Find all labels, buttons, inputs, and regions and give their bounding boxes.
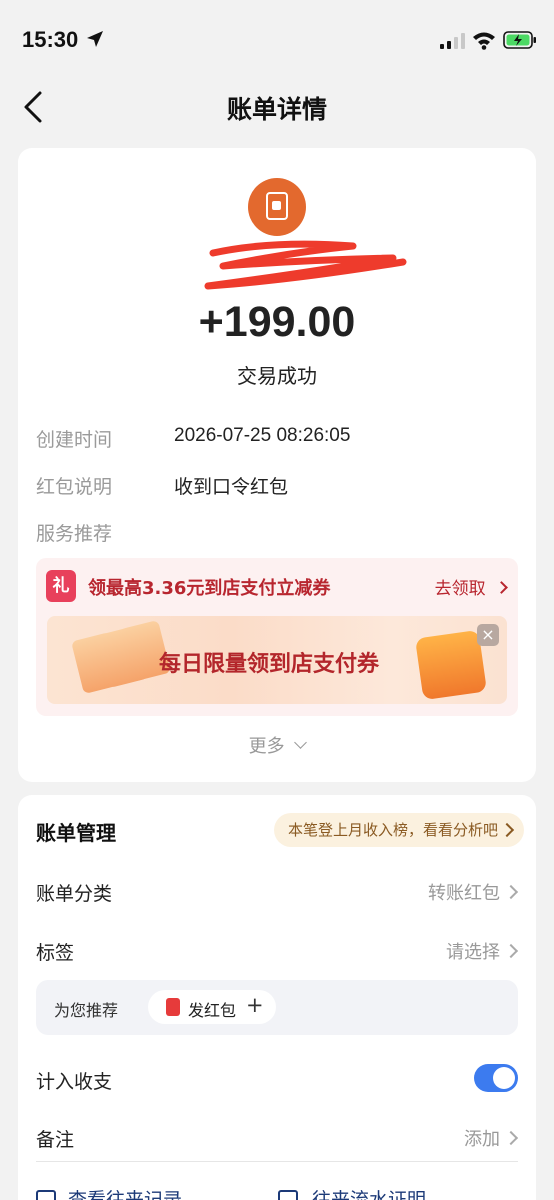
note-label: 备注 bbox=[36, 1129, 75, 1151]
location-arrow-icon bbox=[87, 31, 103, 47]
service-recommend-label: 服务推荐 bbox=[36, 523, 113, 545]
claim-coupon-link[interactable]: 去领取 bbox=[434, 574, 508, 599]
category-value: 转账红包 bbox=[428, 883, 500, 904]
coupon-banner[interactable]: 每日限量领到店支付券 × bbox=[47, 616, 507, 704]
include-label: 计入收支 bbox=[36, 1071, 113, 1093]
section-title: 账单管理 bbox=[36, 821, 116, 845]
send-red-packet-chip[interactable]: 发红包 + bbox=[148, 990, 276, 1024]
tag-row[interactable]: 请选择 bbox=[316, 930, 536, 970]
document-icon bbox=[278, 1190, 298, 1200]
divider bbox=[36, 1161, 518, 1162]
note-value: 添加 bbox=[464, 1129, 500, 1150]
red-packet-note-label: 红包说明 bbox=[36, 476, 113, 498]
bill-management-card: 账单管理 本笔登上月收入榜，看看分析吧 账单分类 转账红包 标签 请选择 为您推… bbox=[18, 795, 536, 1200]
red-packet-note-value: 收到口令红包 bbox=[174, 476, 289, 498]
chevron-right-icon bbox=[503, 884, 519, 900]
cellular-signal-icon bbox=[440, 33, 465, 49]
chevron-right-icon bbox=[499, 822, 515, 838]
tag-label: 标签 bbox=[36, 942, 75, 964]
plus-icon: + bbox=[246, 993, 264, 1017]
chip-label: 发红包 bbox=[188, 1001, 237, 1020]
status-bar: 15:30 bbox=[0, 0, 554, 80]
record-icon bbox=[36, 1190, 56, 1200]
status-time: 15:30 bbox=[22, 27, 79, 52]
red-packet-icon bbox=[248, 178, 306, 236]
redaction-scribble bbox=[204, 240, 407, 290]
include-toggle[interactable] bbox=[474, 1064, 518, 1092]
recommend-box: 为您推荐 发红包 + bbox=[36, 980, 518, 1035]
red-packet-icon bbox=[166, 998, 180, 1016]
promo-box: 礼 领最高3.36元到店支付立减券 去领取 每日限量领到店支付券 × bbox=[36, 558, 518, 716]
transaction-status: 交易成功 bbox=[237, 364, 317, 388]
more-button[interactable]: 更多 bbox=[18, 732, 536, 758]
category-label: 账单分类 bbox=[36, 883, 113, 905]
gift-icon: 礼 bbox=[46, 570, 76, 602]
chevron-right-icon bbox=[503, 943, 519, 959]
income-rank-pill[interactable]: 本笔登上月收入榜，看看分析吧 bbox=[273, 813, 524, 847]
nav-bar: 账单详情 bbox=[0, 80, 554, 134]
promo-title: 领最高3.36元到店支付立减券 bbox=[88, 578, 331, 599]
income-rank-text: 本笔登上月收入榜，看看分析吧 bbox=[287, 821, 498, 839]
recommend-label: 为您推荐 bbox=[54, 1001, 119, 1020]
battery-charging-icon bbox=[503, 31, 536, 49]
banner-text: 每日限量领到店支付券 bbox=[159, 652, 380, 677]
transaction-card: +199.00 交易成功 创建时间 2026-07-25 08:26:05 红包… bbox=[18, 148, 536, 782]
chevron-right-icon bbox=[495, 581, 508, 594]
created-time-value: 2026-07-25 08:26:05 bbox=[174, 425, 351, 446]
wifi-icon bbox=[473, 32, 495, 50]
chevron-down-icon bbox=[294, 736, 308, 749]
note-row[interactable]: 添加 bbox=[316, 1117, 536, 1157]
flow-proof-link[interactable]: 往来流水证明 bbox=[312, 1185, 426, 1200]
transaction-amount: +199.00 bbox=[198, 298, 356, 346]
page-title: 账单详情 bbox=[226, 95, 327, 124]
close-icon[interactable]: × bbox=[477, 624, 499, 646]
more-label: 更多 bbox=[248, 736, 285, 757]
category-row[interactable]: 转账红包 bbox=[316, 871, 536, 911]
claim-coupon-label: 去领取 bbox=[434, 579, 486, 599]
view-records-link[interactable]: 查看往来记录 bbox=[68, 1185, 182, 1200]
tag-value: 请选择 bbox=[446, 942, 500, 963]
chevron-right-icon bbox=[503, 1130, 519, 1146]
created-time-label: 创建时间 bbox=[36, 429, 113, 451]
